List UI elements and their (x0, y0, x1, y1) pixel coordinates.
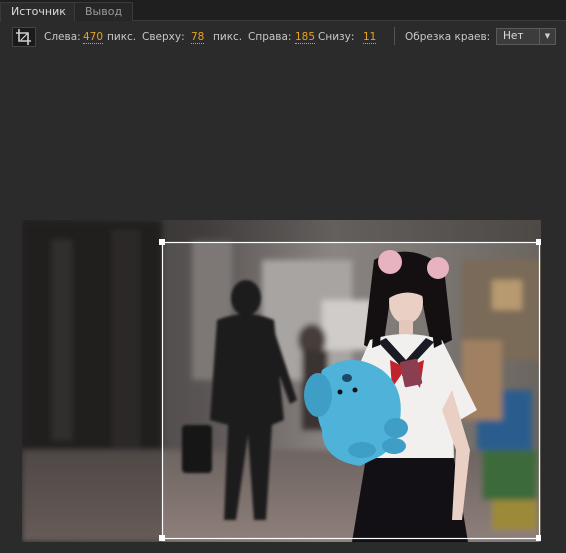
right-label: Справа: (248, 31, 292, 43)
crop-handle-top-right[interactable] (536, 239, 541, 245)
crop-handle-bottom-right[interactable] (536, 535, 541, 541)
top-label: Сверху: (142, 31, 185, 43)
left-value[interactable]: 470 (83, 31, 104, 44)
edge-crop-value: Нет (503, 30, 524, 42)
crop-icon (16, 29, 31, 45)
left-unit: пикс. (107, 31, 137, 43)
top-value[interactable]: 78 (191, 31, 205, 44)
right-value[interactable]: 185 (295, 31, 316, 44)
crop-toolbar: Слева: 470 пикс. Сверху: 78 пикс. Справа… (0, 22, 566, 52)
top-unit: пикс. (213, 31, 243, 43)
crop-handle-top-left[interactable] (159, 239, 165, 245)
left-label: Слева: (44, 31, 81, 43)
crop-tool-button[interactable] (12, 27, 36, 47)
bottom-value[interactable]: 11 (363, 31, 377, 44)
bottom-label: Снизу: (318, 31, 355, 43)
toolbar-divider (394, 27, 395, 45)
source-preview[interactable] (22, 220, 541, 542)
crop-handle-bottom-left[interactable] (159, 535, 165, 541)
edge-crop-label: Обрезка краев: (405, 31, 491, 43)
video-frame (22, 220, 541, 542)
tab-output[interactable]: Вывод (74, 2, 134, 21)
tab-source[interactable]: Источник (0, 2, 77, 22)
tab-bar: Источник Вывод (0, 0, 566, 22)
edge-crop-select[interactable]: Нет ▼ (496, 28, 556, 45)
chevron-down-icon[interactable]: ▼ (539, 29, 555, 44)
